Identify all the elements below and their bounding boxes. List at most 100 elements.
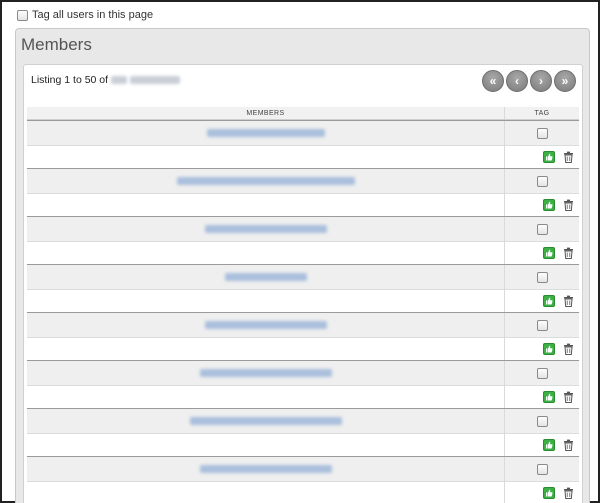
member-row-group xyxy=(27,168,579,216)
tag-cell xyxy=(505,361,579,385)
member-cell-empty xyxy=(27,194,505,216)
member-row-group xyxy=(27,456,579,503)
tag-all-control[interactable]: Tag all users in this page xyxy=(17,9,153,21)
tag-member-checkbox[interactable] xyxy=(536,367,548,379)
next-page-button[interactable]: › xyxy=(530,70,552,92)
thumbs-up-icon[interactable] xyxy=(543,247,555,259)
table-row xyxy=(27,457,579,481)
thumbs-up-icon[interactable] xyxy=(543,487,555,499)
table-row-actions xyxy=(27,385,579,408)
member-cell-empty xyxy=(27,386,505,408)
tag-all-checkbox[interactable] xyxy=(17,9,28,21)
header-tag: TAG xyxy=(534,110,550,117)
actions-cell xyxy=(505,434,579,456)
tag-member-checkbox[interactable] xyxy=(536,319,548,331)
member-cell xyxy=(27,169,505,193)
member-email-redacted[interactable] xyxy=(189,417,342,425)
tag-cell xyxy=(505,217,579,241)
tag-member-checkbox[interactable] xyxy=(536,127,548,139)
tag-member-checkbox[interactable] xyxy=(536,415,548,427)
actions-cell xyxy=(505,386,579,408)
table-row xyxy=(27,217,579,241)
actions-cell xyxy=(505,242,579,264)
member-email-redacted[interactable] xyxy=(204,321,327,329)
tag-member-checkbox[interactable] xyxy=(536,271,548,283)
tag-member-checkbox[interactable] xyxy=(536,223,548,235)
members-list-container: Listing 1 to 50 of « ‹ › » MEMBERS TAG xyxy=(23,64,583,503)
table-row-actions xyxy=(27,241,579,264)
tag-all-label: Tag all users in this page xyxy=(32,9,154,21)
member-row-group xyxy=(27,408,579,456)
thumbs-up-icon[interactable] xyxy=(543,151,555,163)
listing-prefix: Listing 1 to 50 of xyxy=(31,74,109,86)
member-email-redacted[interactable] xyxy=(199,369,332,377)
member-email-redacted[interactable] xyxy=(199,465,332,473)
table-row-actions xyxy=(27,433,579,456)
trash-icon[interactable] xyxy=(563,439,575,451)
trash-icon[interactable] xyxy=(563,151,575,163)
last-page-button[interactable]: » xyxy=(554,70,576,92)
first-page-button[interactable]: « xyxy=(482,70,504,92)
member-row-group xyxy=(27,264,579,312)
member-cell xyxy=(27,457,505,481)
member-email-redacted[interactable] xyxy=(224,273,307,281)
thumbs-up-icon[interactable] xyxy=(543,343,555,355)
member-cell xyxy=(27,265,505,289)
table-row-actions xyxy=(27,289,579,312)
table-header: MEMBERS TAG xyxy=(27,107,579,120)
member-cell xyxy=(27,313,505,337)
member-cell xyxy=(27,361,505,385)
pagination: « ‹ › » xyxy=(482,70,576,92)
member-cell-empty xyxy=(27,242,505,264)
thumbs-up-icon[interactable] xyxy=(543,199,555,211)
tag-cell xyxy=(505,313,579,337)
member-cell xyxy=(27,409,505,433)
trash-icon[interactable] xyxy=(563,295,575,307)
table-row xyxy=(27,265,579,289)
member-email-redacted[interactable] xyxy=(176,177,355,185)
table-row xyxy=(27,121,579,145)
table-row-actions xyxy=(27,481,579,503)
tag-cell xyxy=(505,409,579,433)
table-row-actions xyxy=(27,337,579,360)
member-cell xyxy=(27,217,505,241)
members-table: MEMBERS TAG xyxy=(27,107,579,503)
member-cell-empty xyxy=(27,434,505,456)
trash-icon[interactable] xyxy=(563,199,575,211)
actions-cell xyxy=(505,482,579,503)
trash-icon[interactable] xyxy=(563,343,575,355)
member-cell-empty xyxy=(27,482,505,503)
actions-cell xyxy=(505,194,579,216)
header-members: MEMBERS xyxy=(27,107,505,119)
member-row-group xyxy=(27,120,579,168)
trash-icon[interactable] xyxy=(563,247,575,259)
table-row xyxy=(27,361,579,385)
thumbs-up-icon[interactable] xyxy=(543,295,555,307)
thumbs-up-icon[interactable] xyxy=(543,391,555,403)
trash-icon[interactable] xyxy=(563,391,575,403)
panel-title: Members xyxy=(21,35,92,54)
actions-cell xyxy=(505,290,579,312)
table-row xyxy=(27,313,579,337)
tag-member-checkbox[interactable] xyxy=(536,175,548,187)
member-row-group xyxy=(27,360,579,408)
member-email-redacted[interactable] xyxy=(204,225,327,233)
listing-summary: Listing 1 to 50 of xyxy=(31,74,181,86)
listing-suffix-redacted xyxy=(130,76,181,84)
member-cell-empty xyxy=(27,338,505,360)
tag-member-checkbox[interactable] xyxy=(536,463,548,475)
trash-icon[interactable] xyxy=(563,487,575,499)
tag-cell xyxy=(505,121,579,145)
member-cell xyxy=(27,121,505,145)
member-row-group xyxy=(27,312,579,360)
actions-cell xyxy=(505,338,579,360)
prev-page-button[interactable]: ‹ xyxy=(506,70,528,92)
member-cell-empty xyxy=(27,146,505,168)
member-email-redacted[interactable] xyxy=(206,129,325,137)
thumbs-up-icon[interactable] xyxy=(543,439,555,451)
member-cell-empty xyxy=(27,290,505,312)
table-row-actions xyxy=(27,145,579,168)
listing-total-redacted xyxy=(111,76,128,84)
table-row-actions xyxy=(27,193,579,216)
table-body xyxy=(27,120,579,503)
